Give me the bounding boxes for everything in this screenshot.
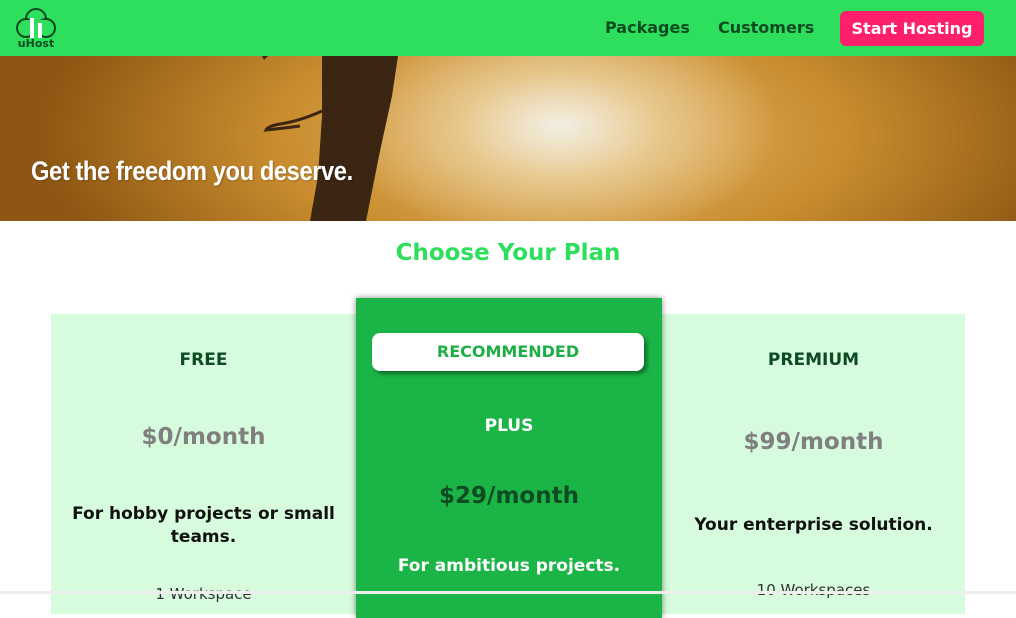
plan-card-free: FREE $0/month For hobby projects or smal… xyxy=(51,314,356,614)
plans-section-title: Choose Your Plan xyxy=(395,240,621,266)
plan-name: PREMIUM xyxy=(767,350,860,370)
hero-tagline: Get the freedom you deserve. xyxy=(31,156,353,186)
plan-description: For hobby projects or small teams. xyxy=(72,504,335,547)
nav-packages-link[interactable]: Packages xyxy=(605,18,690,37)
hero-banner: Get the freedom you deserve. xyxy=(0,56,1016,221)
recommended-badge: RECOMMENDED xyxy=(372,333,644,371)
plan-price: $99/month xyxy=(743,429,884,455)
tree-logo-icon: uHost xyxy=(16,8,56,50)
plan-feature: 1 Workspace xyxy=(155,585,252,603)
plan-price: $0/month xyxy=(141,424,266,450)
plan-card-premium: PREMIUM $99/month Your enterprise soluti… xyxy=(662,314,965,614)
top-navigation-bar: uHost Packages Customers Start Hosting xyxy=(0,0,1016,56)
plan-price: $29/month xyxy=(439,483,579,509)
start-hosting-button[interactable]: Start Hosting xyxy=(840,11,984,46)
plan-name: FREE xyxy=(179,350,228,370)
nav-customers-link[interactable]: Customers xyxy=(718,18,814,37)
hero-silhouette-image xyxy=(262,56,398,221)
plan-description: Your enterprise solution. xyxy=(694,515,933,535)
logo-wordmark: uHost xyxy=(18,37,54,50)
uhost-logo[interactable]: uHost xyxy=(14,6,58,50)
plan-description: For ambitious projects. xyxy=(397,556,621,576)
plan-feature: 10 Workspaces xyxy=(756,581,871,599)
plan-card-plus: RECOMMENDED PLUS $29/month For ambitious… xyxy=(356,298,662,618)
plan-name: PLUS xyxy=(484,416,534,436)
